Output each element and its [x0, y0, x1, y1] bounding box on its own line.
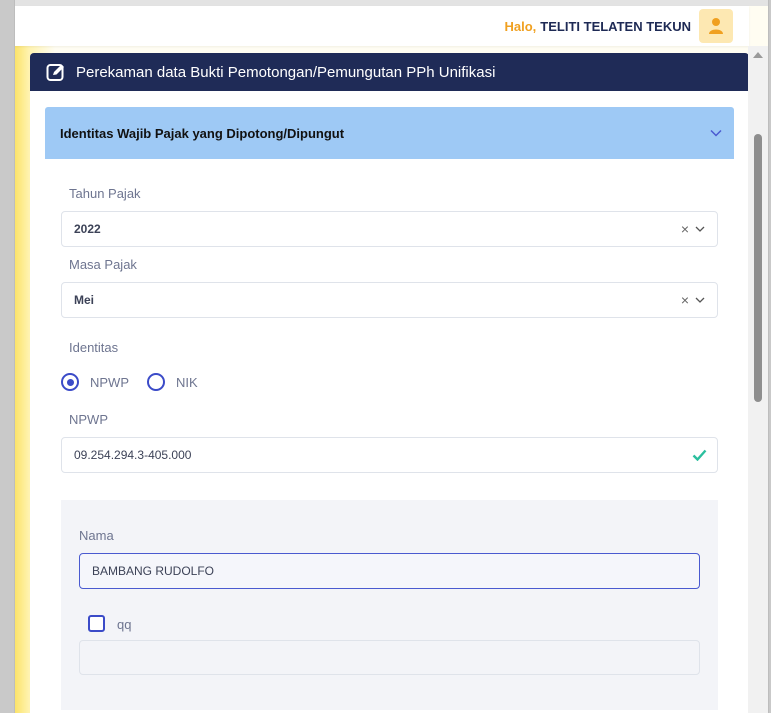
- tahun-pajak-label: Tahun Pajak: [69, 186, 141, 201]
- qq-input[interactable]: [79, 640, 700, 675]
- npwp-value: 09.254.294.3-405.000: [74, 448, 192, 462]
- card-title: Perekaman data Bukti Pemotongan/Pemungut…: [76, 63, 496, 81]
- avatar[interactable]: [699, 9, 733, 43]
- nama-input[interactable]: BAMBANG RUDOLFO: [79, 553, 700, 589]
- top-header: Halo, TELITI TELATEN TEKUN: [15, 6, 749, 46]
- check-icon: [692, 449, 707, 461]
- scroll-thumb[interactable]: [754, 134, 762, 402]
- npwp-input[interactable]: 09.254.294.3-405.000: [61, 437, 718, 473]
- radio-npwp-label[interactable]: NPWP: [90, 375, 129, 390]
- masa-pajak-value: Mei: [74, 293, 95, 307]
- radio-nik[interactable]: [147, 373, 165, 391]
- radio-npwp[interactable]: [61, 373, 79, 391]
- masa-pajak-label: Masa Pajak: [69, 257, 137, 272]
- identitas-label: Identitas: [69, 340, 119, 355]
- select-controls: ×: [681, 293, 705, 307]
- select-controls: ×: [681, 222, 705, 236]
- app-window: Halo, TELITI TELATEN TEKUN Perekaman dat…: [14, 0, 769, 713]
- user-icon: [709, 18, 723, 34]
- npwp-label: NPWP: [69, 412, 108, 427]
- nama-group: Nama BAMBANG RUDOLFO qq: [61, 500, 718, 710]
- identitas-radio-group: NPWP NIK: [61, 373, 216, 391]
- greeting-text: Halo,: [504, 18, 537, 34]
- user-name: TELITI TELATEN TEKUN: [540, 18, 691, 34]
- chevron-down-icon[interactable]: [710, 129, 722, 137]
- tahun-pajak-select[interactable]: 2022 ×: [61, 211, 718, 247]
- nama-label: Nama: [79, 528, 114, 543]
- tahun-pajak-value: 2022: [74, 222, 101, 236]
- qq-checkbox[interactable]: [88, 615, 105, 632]
- scrollbar[interactable]: [748, 46, 768, 713]
- section-identitas-header[interactable]: Identitas Wajib Pajak yang Dipotong/Dipu…: [45, 107, 734, 159]
- clear-icon[interactable]: ×: [681, 293, 689, 307]
- qq-label: qq: [117, 617, 132, 632]
- scroll-up-icon[interactable]: [753, 52, 763, 58]
- masa-pajak-select[interactable]: Mei ×: [61, 282, 718, 318]
- nama-value: BAMBANG RUDOLFO: [92, 564, 215, 578]
- main-card: Perekaman data Bukti Pemotongan/Pemungut…: [30, 53, 749, 713]
- chevron-down-icon[interactable]: [695, 226, 705, 232]
- radio-nik-label[interactable]: NIK: [176, 375, 198, 390]
- card-header: Perekaman data Bukti Pemotongan/Pemungut…: [30, 53, 749, 91]
- section-title: Identitas Wajib Pajak yang Dipotong/Dipu…: [60, 125, 345, 141]
- chevron-down-icon[interactable]: [695, 297, 705, 303]
- radio-selected-dot: [66, 378, 74, 386]
- edit-icon: [46, 64, 64, 81]
- clear-icon[interactable]: ×: [681, 222, 689, 236]
